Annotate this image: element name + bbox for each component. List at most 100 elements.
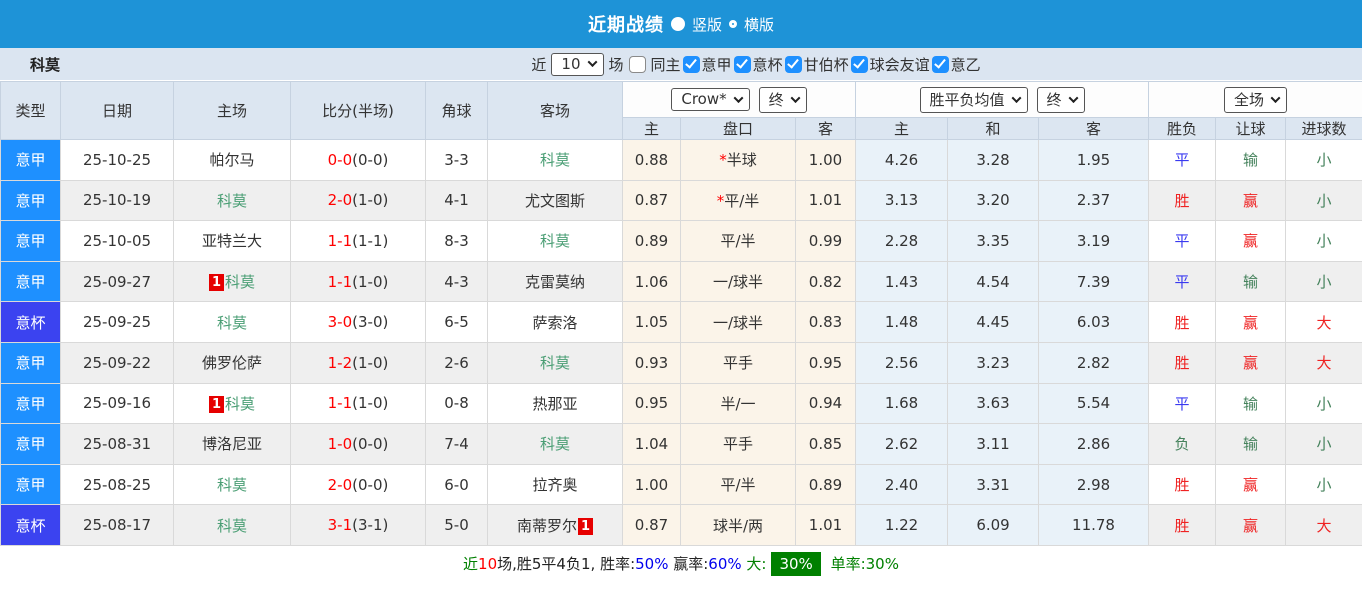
handicap-line-text: 平手 xyxy=(723,435,753,453)
games-label: 场 xyxy=(609,54,624,75)
home-team-name: 科莫 xyxy=(225,273,255,291)
result-cell: 平 xyxy=(1149,261,1216,302)
corner-cell: 5-0 xyxy=(426,505,488,546)
goals-result-cell: 大 xyxy=(1286,505,1362,546)
single-rate-value: 30% xyxy=(866,555,899,573)
period-select-value: 全场 xyxy=(1234,89,1264,110)
col-header-home: 主场 xyxy=(174,82,291,140)
odds-home-cell: 2.56 xyxy=(856,342,948,383)
filter-checkbox-label[interactable]: 球会友谊 xyxy=(870,54,930,75)
handicap-home-odds: 1.04 xyxy=(623,424,681,465)
bookmaker-select[interactable]: Crow* xyxy=(671,88,749,111)
away-team-cell: 科莫 xyxy=(488,342,623,383)
odds-away-cell: 1.95 xyxy=(1039,140,1149,181)
sub-header-eu-home: 主 xyxy=(856,118,948,140)
corner-cell: 4-3 xyxy=(426,261,488,302)
handicap-away-odds: 0.83 xyxy=(796,302,856,343)
home-team-cell: 科莫 xyxy=(174,302,291,343)
odds-away-cell: 7.39 xyxy=(1039,261,1149,302)
handicap-home-odds: 1.05 xyxy=(623,302,681,343)
half-score: (0-0) xyxy=(352,151,388,169)
goals-result-cell: 大 xyxy=(1286,342,1362,383)
goals-result-cell: 小 xyxy=(1286,180,1362,221)
full-score: 1-1 xyxy=(328,232,353,250)
radio-vertical-label[interactable]: 竖版 xyxy=(692,14,722,35)
filter-checkbox-label[interactable]: 意杯 xyxy=(753,54,783,75)
filters: 近 10 场 同主意甲意杯甘伯杯球会友谊意乙 xyxy=(381,53,980,76)
score-cell: 1-1(1-0) xyxy=(291,261,426,302)
away-team-name: 南蒂罗尔 xyxy=(517,517,577,535)
corner-cell: 8-3 xyxy=(426,221,488,262)
sub-header-ah-away: 客 xyxy=(796,118,856,140)
odds-select-group: 胜平负均值 终 xyxy=(856,82,1149,118)
handicap-result-cell: 输 xyxy=(1216,140,1286,181)
date-cell: 25-10-19 xyxy=(61,180,174,221)
radio-horizontal-label[interactable]: 横版 xyxy=(744,14,774,35)
away-team-cell: 科莫 xyxy=(488,221,623,262)
filter-checkbox[interactable] xyxy=(683,56,700,73)
full-score: 0-0 xyxy=(328,151,353,169)
full-score: 1-0 xyxy=(328,435,353,453)
result-cell: 平 xyxy=(1149,140,1216,181)
period-select-group: 全场 xyxy=(1149,82,1362,118)
handicap-rate-value: 60% xyxy=(708,555,741,573)
filter-checkbox-label[interactable]: 甘伯杯 xyxy=(804,54,849,75)
full-score: 1-1 xyxy=(328,394,353,412)
filter-checkbox[interactable] xyxy=(851,56,868,73)
result-cell: 胜 xyxy=(1149,302,1216,343)
table-row: 意杯25-09-25科莫3-0(3-0)6-5萨索洛1.05一/球半0.831.… xyxy=(1,302,1362,343)
home-team-name: 科莫 xyxy=(225,395,255,413)
odds-home-cell: 1.22 xyxy=(856,505,948,546)
filter-checkbox-label[interactable]: 意甲 xyxy=(702,54,732,75)
odds-draw-cell: 3.31 xyxy=(948,464,1039,505)
result-cell: 胜 xyxy=(1149,464,1216,505)
big-rate-label: 大: xyxy=(742,553,767,574)
filter-checkbox[interactable] xyxy=(932,56,949,73)
odds-type-select[interactable]: 胜平负均值 xyxy=(920,87,1028,113)
home-team-cell: 科莫 xyxy=(174,180,291,221)
handicap-line-cell: *半球 xyxy=(681,140,796,181)
radio-vertical-selected-icon[interactable] xyxy=(671,17,685,31)
table-row: 意甲25-08-25科莫2-0(0-0)6-0拉齐奥1.00平/半0.892.4… xyxy=(1,464,1362,505)
full-score: 1-2 xyxy=(328,354,353,372)
corner-cell: 2-6 xyxy=(426,342,488,383)
filter-checkbox[interactable] xyxy=(734,56,751,73)
odds-home-cell: 1.68 xyxy=(856,383,948,424)
bookmaker-select-value: Crow* xyxy=(681,90,726,108)
odds-state-select[interactable]: 终 xyxy=(1037,87,1085,113)
chevron-down-icon xyxy=(733,93,743,103)
bookmaker-state-select[interactable]: 终 xyxy=(759,87,807,113)
score-cell: 1-1(1-1) xyxy=(291,221,426,262)
date-cell: 25-10-05 xyxy=(61,221,174,262)
half-score: (1-0) xyxy=(352,273,388,291)
league-type-cell: 意甲 xyxy=(1,140,61,181)
half-score: (1-1) xyxy=(352,232,388,250)
radio-horizontal-icon[interactable] xyxy=(729,20,737,28)
handicap-home-odds: 1.06 xyxy=(623,261,681,302)
handicap-away-odds: 0.94 xyxy=(796,383,856,424)
match-count-select[interactable]: 10 xyxy=(551,53,603,76)
filter-checkbox-label[interactable]: 同主 xyxy=(651,54,681,75)
filter-checkbox-label[interactable]: 意乙 xyxy=(951,54,981,75)
col-header-away: 客场 xyxy=(488,82,623,140)
handicap-home-odds: 0.87 xyxy=(623,180,681,221)
chevron-down-icon xyxy=(790,93,800,103)
table-row: 意甲25-09-161科莫1-1(1-0)0-8热那亚0.95半/一0.941.… xyxy=(1,383,1362,424)
home-team-name: 佛罗伦萨 xyxy=(202,354,262,372)
date-cell: 25-08-25 xyxy=(61,464,174,505)
handicap-home-odds: 1.00 xyxy=(623,464,681,505)
away-team-name: 热那亚 xyxy=(532,395,577,413)
sub-header-ah-home: 主 xyxy=(623,118,681,140)
sub-header-eu-away: 客 xyxy=(1039,118,1149,140)
filter-bar: 科莫 近 10 场 同主意甲意杯甘伯杯球会友谊意乙 xyxy=(0,48,1362,81)
home-team-cell: 1科莫 xyxy=(174,383,291,424)
filter-checkbox[interactable] xyxy=(629,56,646,73)
summary-near-label: 近 xyxy=(463,553,478,574)
period-select[interactable]: 全场 xyxy=(1224,87,1287,113)
odds-draw-cell: 3.63 xyxy=(948,383,1039,424)
handicap-result-cell: 赢 xyxy=(1216,464,1286,505)
full-score: 3-0 xyxy=(328,313,353,331)
filter-checkbox[interactable] xyxy=(785,56,802,73)
handicap-result-cell: 赢 xyxy=(1216,342,1286,383)
rank-badge: 1 xyxy=(209,274,224,291)
